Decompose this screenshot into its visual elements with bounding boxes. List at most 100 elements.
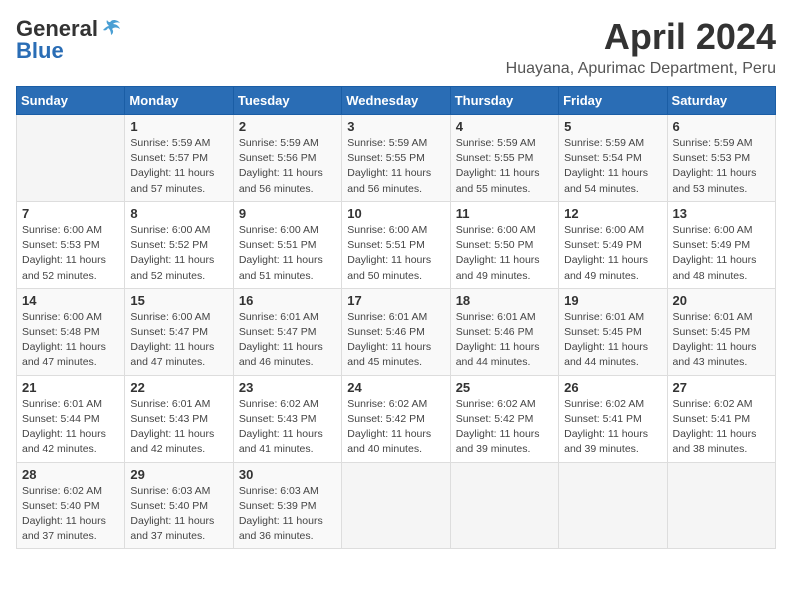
weekday-header: Wednesday — [342, 87, 450, 115]
calendar-week-row: 7 Sunrise: 6:00 AM Sunset: 5:53 PM Daylig… — [17, 201, 776, 288]
day-info: Sunrise: 5:59 AM Sunset: 5:57 PM Dayligh… — [130, 136, 227, 197]
calendar-cell: 15Sunrise: 6:00 AM Sunset: 5:47 PM Dayli… — [125, 288, 233, 375]
day-number: 15 — [130, 293, 227, 308]
weekday-header: Tuesday — [233, 87, 341, 115]
day-number: 14 — [22, 293, 119, 308]
day-info: Sunrise: 5:59 AM Sunset: 5:55 PM Dayligh… — [347, 136, 444, 197]
day-info: Sunrise: 6:00 AM Sunset: 5:51 PM Dayligh… — [239, 223, 336, 284]
day-number: 8 — [130, 206, 227, 221]
calendar-cell — [667, 462, 775, 549]
day-info: Sunrise: 6:01 AM Sunset: 5:43 PM Dayligh… — [130, 397, 227, 458]
calendar-cell: 26 Sunrise: 6:02 AM Sunset: 5:41 PM Dayli… — [559, 375, 667, 462]
day-number: 1 — [130, 119, 227, 134]
calendar-cell: 27 Sunrise: 6:02 AM Sunset: 5:41 PM Dayli… — [667, 375, 775, 462]
day-info: Sunrise: 6:00 AM Sunset: 5:49 PM Dayligh… — [673, 223, 770, 284]
day-number: 13 — [673, 206, 770, 221]
calendar-cell: 19 Sunrise: 6:01 AM Sunset: 5:45 PM Dayli… — [559, 288, 667, 375]
calendar-cell: 4Sunrise: 5:59 AM Sunset: 5:55 PM Daylig… — [450, 115, 558, 202]
day-number: 16 — [239, 293, 336, 308]
day-number: 29 — [130, 467, 227, 482]
day-number: 10 — [347, 206, 444, 221]
day-info: Sunrise: 6:00 AM Sunset: 5:51 PM Dayligh… — [347, 223, 444, 284]
title-area: April 2024 Huayana, Apurimac Department,… — [506, 16, 776, 78]
day-info: Sunrise: 6:02 AM Sunset: 5:41 PM Dayligh… — [673, 397, 770, 458]
location-title: Huayana, Apurimac Department, Peru — [506, 60, 776, 78]
calendar-cell: 5 Sunrise: 5:59 AM Sunset: 5:54 PM Daylig… — [559, 115, 667, 202]
day-info: Sunrise: 6:03 AM Sunset: 5:39 PM Dayligh… — [239, 484, 336, 545]
day-info: Sunrise: 6:00 AM Sunset: 5:50 PM Dayligh… — [456, 223, 553, 284]
calendar-cell: 25 Sunrise: 6:02 AM Sunset: 5:42 PM Dayli… — [450, 375, 558, 462]
day-info: Sunrise: 6:01 AM Sunset: 5:45 PM Dayligh… — [564, 310, 661, 371]
day-info: Sunrise: 6:01 AM Sunset: 5:44 PM Dayligh… — [22, 397, 119, 458]
day-info: Sunrise: 6:00 AM Sunset: 5:53 PM Dayligh… — [22, 223, 119, 284]
day-number: 19 — [564, 293, 661, 308]
calendar-cell: 28 Sunrise: 6:02 AM Sunset: 5:40 PM Dayli… — [17, 462, 125, 549]
calendar-cell: 30 Sunrise: 6:03 AM Sunset: 5:39 PM Dayli… — [233, 462, 341, 549]
day-number: 2 — [239, 119, 336, 134]
weekday-header: Sunday — [17, 87, 125, 115]
day-info: Sunrise: 6:00 AM Sunset: 5:49 PM Dayligh… — [564, 223, 661, 284]
day-info: Sunrise: 5:59 AM Sunset: 5:53 PM Dayligh… — [673, 136, 770, 197]
day-number: 21 — [22, 380, 119, 395]
calendar-header: SundayMondayTuesdayWednesdayThursdayFrid… — [17, 87, 776, 115]
day-number: 6 — [673, 119, 770, 134]
day-number: 20 — [673, 293, 770, 308]
calendar-cell: 23Sunrise: 6:02 AM Sunset: 5:43 PM Dayli… — [233, 375, 341, 462]
logo-blue: Blue — [16, 38, 64, 64]
day-info: Sunrise: 6:02 AM Sunset: 5:42 PM Dayligh… — [347, 397, 444, 458]
calendar-week-row: 28 Sunrise: 6:02 AM Sunset: 5:40 PM Dayli… — [17, 462, 776, 549]
day-info: Sunrise: 5:59 AM Sunset: 5:54 PM Dayligh… — [564, 136, 661, 197]
weekday-header: Monday — [125, 87, 233, 115]
day-info: Sunrise: 6:02 AM Sunset: 5:41 PM Dayligh… — [564, 397, 661, 458]
day-number: 18 — [456, 293, 553, 308]
day-number: 23 — [239, 380, 336, 395]
weekday-header: Friday — [559, 87, 667, 115]
calendar-cell: 10 Sunrise: 6:00 AM Sunset: 5:51 PM Dayli… — [342, 201, 450, 288]
calendar-cell: 2 Sunrise: 5:59 AM Sunset: 5:56 PM Daylig… — [233, 115, 341, 202]
calendar-cell — [342, 462, 450, 549]
day-number: 7 — [22, 206, 119, 221]
day-number: 27 — [673, 380, 770, 395]
day-number: 17 — [347, 293, 444, 308]
calendar-cell: 14 Sunrise: 6:00 AM Sunset: 5:48 PM Dayli… — [17, 288, 125, 375]
calendar-cell: 8 Sunrise: 6:00 AM Sunset: 5:52 PM Daylig… — [125, 201, 233, 288]
day-info: Sunrise: 6:00 AM Sunset: 5:52 PM Dayligh… — [130, 223, 227, 284]
day-number: 22 — [130, 380, 227, 395]
day-number: 5 — [564, 119, 661, 134]
day-number: 9 — [239, 206, 336, 221]
calendar-cell: 12 Sunrise: 6:00 AM Sunset: 5:49 PM Dayli… — [559, 201, 667, 288]
calendar-cell — [17, 115, 125, 202]
calendar-cell: 16Sunrise: 6:01 AM Sunset: 5:47 PM Dayli… — [233, 288, 341, 375]
calendar-cell: 18Sunrise: 6:01 AM Sunset: 5:46 PM Dayli… — [450, 288, 558, 375]
day-number: 26 — [564, 380, 661, 395]
weekday-header: Saturday — [667, 87, 775, 115]
day-number: 12 — [564, 206, 661, 221]
calendar-cell: 29 Sunrise: 6:03 AM Sunset: 5:40 PM Dayli… — [125, 462, 233, 549]
calendar-cell: 6 Sunrise: 5:59 AM Sunset: 5:53 PM Daylig… — [667, 115, 775, 202]
calendar-cell: 13 Sunrise: 6:00 AM Sunset: 5:49 PM Dayli… — [667, 201, 775, 288]
day-number: 11 — [456, 206, 553, 221]
day-info: Sunrise: 5:59 AM Sunset: 5:56 PM Dayligh… — [239, 136, 336, 197]
calendar-cell — [450, 462, 558, 549]
day-info: Sunrise: 6:00 AM Sunset: 5:48 PM Dayligh… — [22, 310, 119, 371]
day-info: Sunrise: 6:02 AM Sunset: 5:40 PM Dayligh… — [22, 484, 119, 545]
day-number: 24 — [347, 380, 444, 395]
calendar-cell: 17 Sunrise: 6:01 AM Sunset: 5:46 PM Dayli… — [342, 288, 450, 375]
calendar-cell: 7 Sunrise: 6:00 AM Sunset: 5:53 PM Daylig… — [17, 201, 125, 288]
month-title: April 2024 — [506, 16, 776, 58]
day-info: Sunrise: 5:59 AM Sunset: 5:55 PM Dayligh… — [456, 136, 553, 197]
day-number: 30 — [239, 467, 336, 482]
header: General Blue April 2024 Huayana, Apurima… — [16, 16, 776, 78]
day-info: Sunrise: 6:02 AM Sunset: 5:42 PM Dayligh… — [456, 397, 553, 458]
day-number: 25 — [456, 380, 553, 395]
calendar-cell: 24 Sunrise: 6:02 AM Sunset: 5:42 PM Dayli… — [342, 375, 450, 462]
logo: General Blue — [16, 16, 122, 64]
calendar-cell: 3Sunrise: 5:59 AM Sunset: 5:55 PM Daylig… — [342, 115, 450, 202]
calendar-table: SundayMondayTuesdayWednesdayThursdayFrid… — [16, 86, 776, 549]
day-number: 28 — [22, 467, 119, 482]
day-info: Sunrise: 6:03 AM Sunset: 5:40 PM Dayligh… — [130, 484, 227, 545]
day-info: Sunrise: 6:01 AM Sunset: 5:46 PM Dayligh… — [347, 310, 444, 371]
calendar-week-row: 21 Sunrise: 6:01 AM Sunset: 5:44 PM Dayli… — [17, 375, 776, 462]
day-info: Sunrise: 6:01 AM Sunset: 5:45 PM Dayligh… — [673, 310, 770, 371]
weekday-header: Thursday — [450, 87, 558, 115]
